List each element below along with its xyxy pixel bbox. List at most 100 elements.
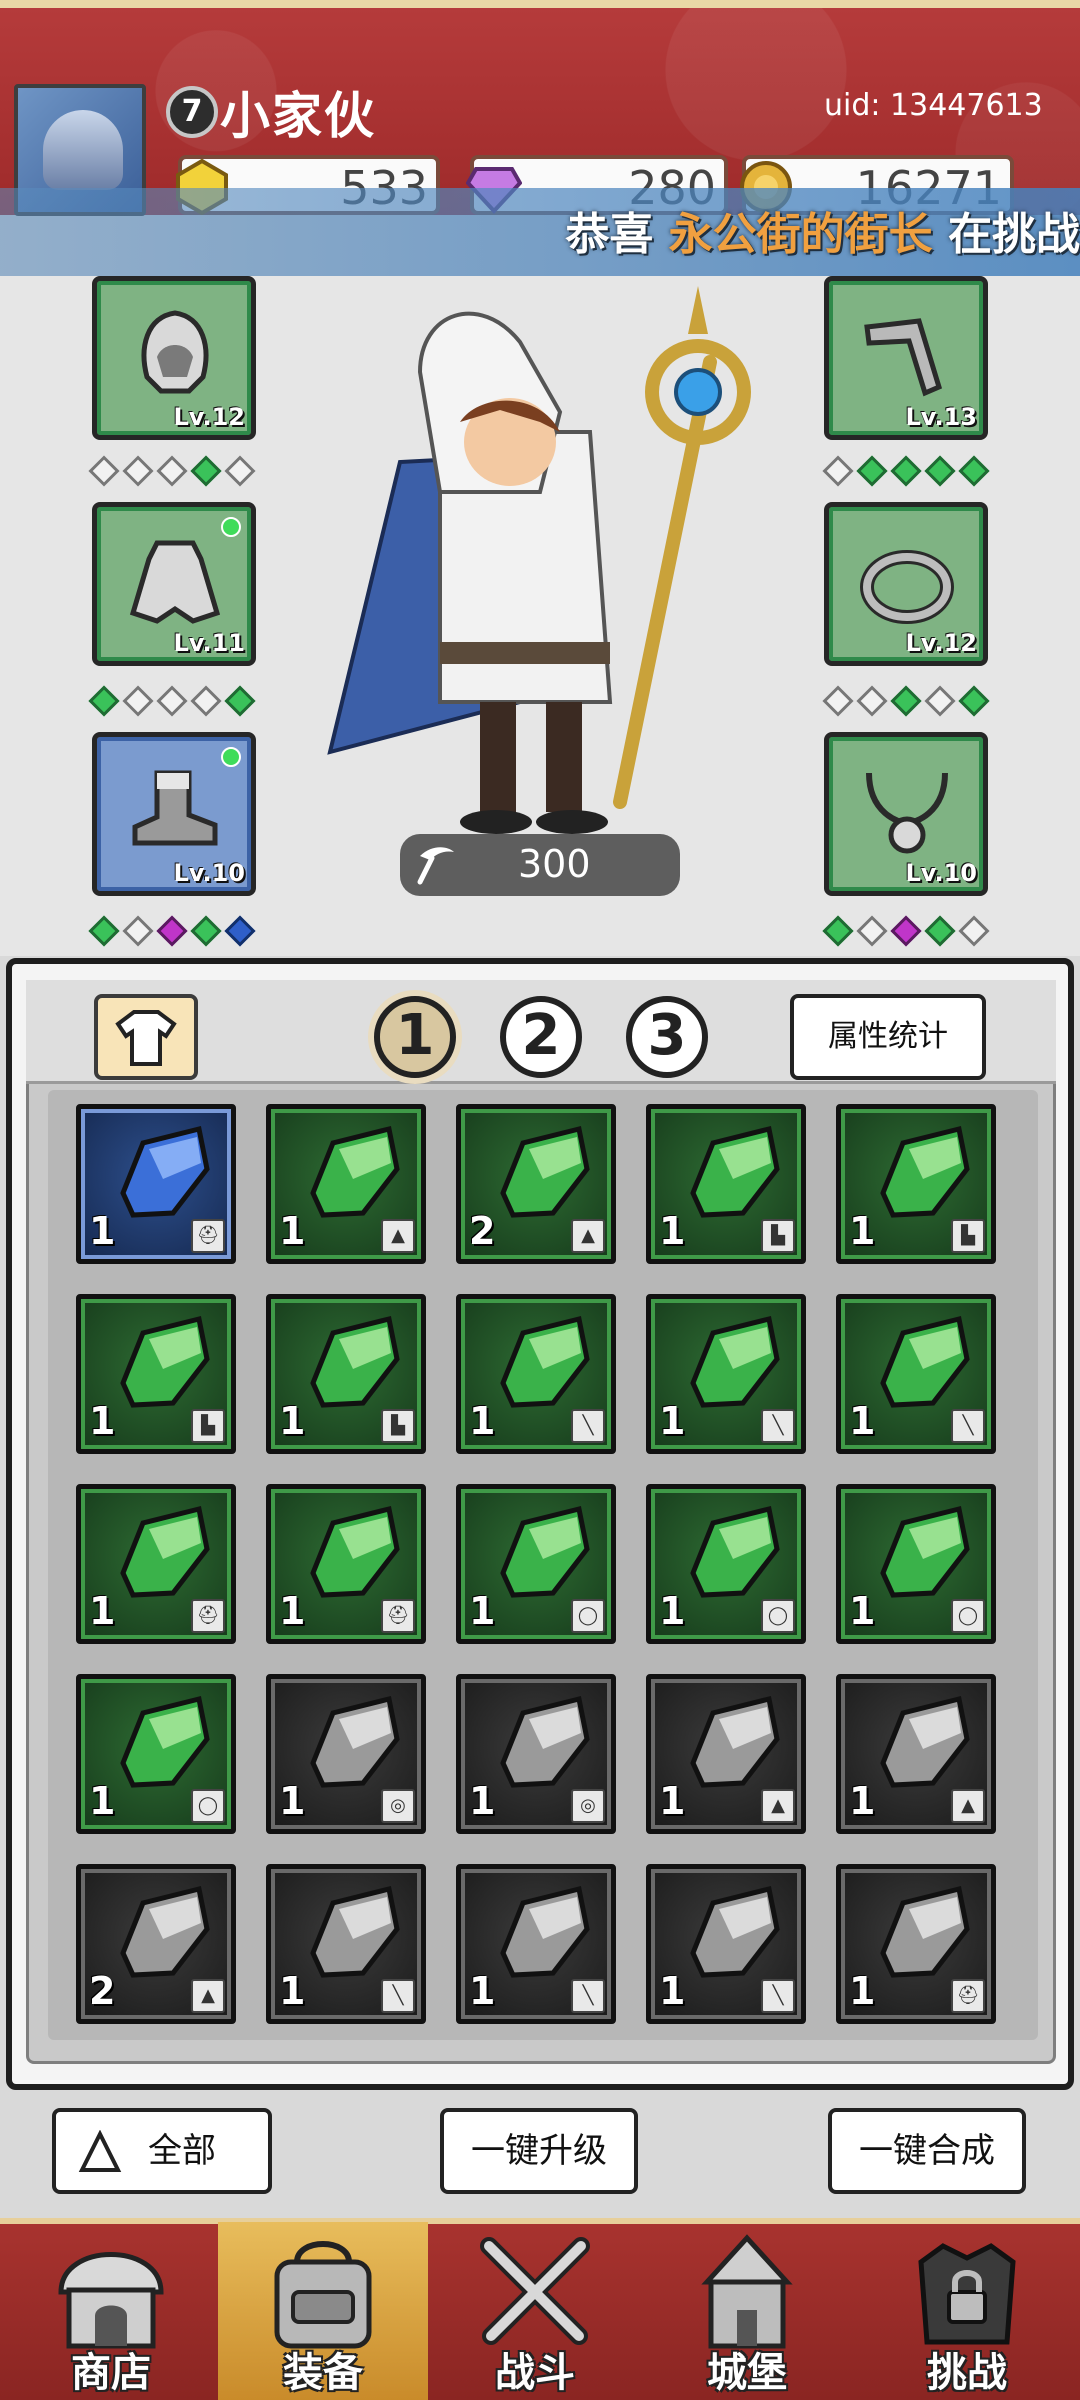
ring-slot-icon: ◎ [381,1789,415,1823]
necklace-slot-icon: ◯ [571,1599,605,1633]
equip-slot-necklace[interactable]: Lv.10 [824,732,988,896]
inventory-item[interactable]: 1 ╲ [836,1294,996,1454]
new-indicator-dot [221,517,241,537]
inventory-item[interactable]: 1 ▙ [266,1294,426,1454]
inventory-item[interactable]: 1 ▲ [646,1674,806,1834]
boots-slot-icon: ▙ [191,1409,225,1443]
helm-slot-icon: ⛑ [951,1979,985,2013]
item-count: 1 [469,1969,496,2013]
combat-power-value: 300 [518,842,591,886]
inventory-item[interactable]: 2 ▲ [456,1104,616,1264]
shop-icon [58,2252,164,2349]
item-count: 1 [89,1209,116,1253]
boots-slot-icon: ▙ [761,1219,795,1253]
nav-challenge-label: 挑战 [927,2349,1007,2396]
item-count: 1 [659,1969,686,2013]
equip-slot-hood[interactable]: Lv.12 [92,276,256,440]
inventory-item[interactable]: 1 ◎ [456,1674,616,1834]
slot-level: Lv.12 [173,403,246,431]
inventory-item[interactable]: 1 ◯ [76,1674,236,1834]
equip-slot-weapon[interactable]: Lv.13 [824,276,988,440]
page-button-2[interactable]: 2 [500,996,582,1078]
inventory-item[interactable]: 1 ╲ [646,1294,806,1454]
inventory-item[interactable]: 1 ▲ [836,1674,996,1834]
socket-gem [856,685,888,717]
gem-icon [500,1315,590,1408]
nav-challenge[interactable]: 挑战 [862,2222,1072,2400]
nav-equipment-label: 装备 [283,2349,363,2396]
cloak-slot-icon: ▲ [571,1219,605,1253]
filter-all-label: 全部 [148,2131,216,2171]
socket-gem [224,455,256,487]
cloak-slot-icon: ▲ [191,1979,225,2013]
boots-gem-row [88,915,256,947]
stone-icon [310,1695,400,1788]
inventory-item[interactable]: 1 ▙ [646,1104,806,1264]
inventory-item[interactable]: 1 ⛑ [76,1104,236,1264]
socket-gem [156,685,188,717]
stone-icon [310,1885,400,1978]
item-count: 1 [849,1779,876,1823]
item-count: 1 [89,1589,116,1633]
attribute-stats-button[interactable]: 属性统计 [790,994,986,1080]
inventory-item[interactable]: 1 ▲ [266,1104,426,1264]
announcement-text: 恭喜 永公街的街长 在挑战 [565,198,1080,262]
item-count: 1 [89,1779,116,1823]
slot-level: Lv.10 [173,859,246,887]
hero-character[interactable] [290,282,790,842]
inventory-item[interactable]: 1 ⛑ [836,1864,996,2024]
page-button-3[interactable]: 3 [626,996,708,1078]
one-click-upgrade-button[interactable]: 一键升级 [440,2108,638,2194]
weapon-slot-icon: ╲ [571,1409,605,1443]
weapon-slot-icon: ╲ [761,1979,795,2013]
socket-gem [958,915,990,947]
equip-slot-ring[interactable]: Lv.12 [824,502,988,666]
slot-level: Lv.11 [173,629,246,657]
socket-gem [190,915,222,947]
nav-battle[interactable]: 战斗 [430,2222,640,2400]
boots-slot-icon: ▙ [381,1409,415,1443]
inventory-item[interactable]: 1 ◯ [456,1484,616,1644]
inventory-item[interactable]: 1 ▙ [836,1104,996,1264]
necklace-slot-icon: ◯ [951,1599,985,1633]
inventory-item[interactable]: 1 ╲ [646,1864,806,2024]
backpack-icon [274,2241,372,2349]
nav-shop[interactable]: 商店 [6,2222,216,2400]
item-count: 1 [659,1779,686,1823]
inventory-item[interactable]: 1 ◯ [646,1484,806,1644]
inventory-item[interactable]: 1 ⛑ [266,1484,426,1644]
socket-gem [924,455,956,487]
inventory-item[interactable]: 1 ╲ [456,1294,616,1454]
inventory-item[interactable]: 1 ▙ [76,1294,236,1454]
necklace-icon [866,772,948,854]
filter-all-button[interactable]: 全部 [52,2108,272,2194]
helm-slot-icon: ⛑ [381,1599,415,1633]
ring-gem-row [822,685,990,717]
inventory-item[interactable]: 1 ◎ [266,1674,426,1834]
weapon-icon [864,318,943,397]
nav-equipment[interactable]: 装备 [218,2222,428,2400]
gem-icon [120,1315,210,1408]
inventory-item[interactable]: 2 ▲ [76,1864,236,2024]
page-button-1[interactable]: 1 [374,996,456,1078]
socket-gem [924,915,956,947]
inventory-item[interactable]: 1 ◯ [836,1484,996,1644]
inventory-item[interactable]: 1 ╲ [266,1864,426,2024]
announcement-highlight: 永公街的街长 [668,209,933,260]
locked-fortress-icon [918,2243,1016,2345]
gem-icon [500,1505,590,1598]
equipment-view-button[interactable] [94,994,198,1080]
nav-castle[interactable]: 城堡 [642,2222,852,2400]
inventory-item[interactable]: 1 ╲ [456,1864,616,2024]
new-indicator-dot [221,747,241,767]
item-count: 1 [469,1399,496,1443]
equip-slot-cloak[interactable]: Lv.11 [92,502,256,666]
cloak-slot-icon: ▲ [381,1219,415,1253]
ring-slot-icon: ◎ [571,1789,605,1823]
inventory-item[interactable]: 1 ⛑ [76,1484,236,1644]
hood-icon [141,310,209,394]
gem-icon [880,1125,970,1218]
one-click-merge-button[interactable]: 一键合成 [828,2108,1026,2194]
gem-icon [120,1125,210,1218]
equip-slot-boots[interactable]: Lv.10 [92,732,256,896]
